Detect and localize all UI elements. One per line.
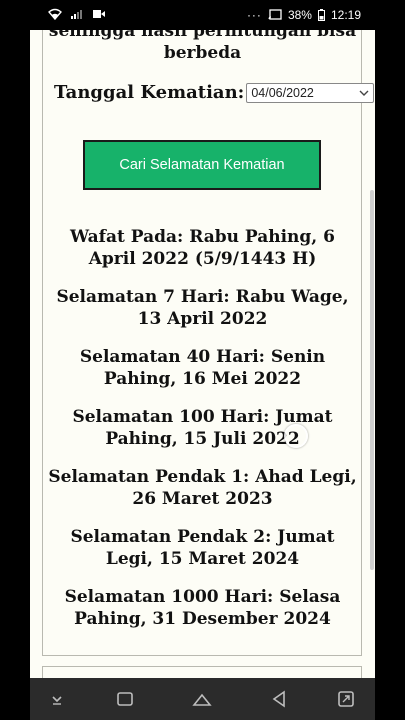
webview[interactable]: sehingga hasil perhitungan bisa berbeda …: [30, 30, 375, 678]
date-row: Tanggal Kematian: 04/06/2022: [54, 82, 375, 103]
date-field[interactable]: 04/06/2022: [246, 82, 375, 103]
battery-icon: [317, 9, 325, 21]
status-bar: ··· 38% 12:19: [0, 0, 405, 30]
wifi-icon: [48, 8, 62, 20]
navigation-bar: [30, 678, 375, 720]
next-card: [42, 666, 362, 678]
back-icon[interactable]: [268, 688, 290, 710]
search-selamatan-button[interactable]: Cari Selamatan Kematian: [83, 140, 321, 190]
touch-indicator: [284, 424, 308, 448]
cast-icon: [268, 9, 282, 20]
rotate-icon[interactable]: [335, 688, 357, 710]
battery-percent: 38%: [287, 8, 312, 22]
results-list: Wafat Pada: Rabu Pahing, 6 April 2022 (5…: [30, 226, 375, 646]
more-dots-icon: ···: [246, 8, 262, 22]
result-item: Selamatan 1000 Hari: Selasa Pahing, 31 D…: [64, 587, 341, 629]
result-item: Wafat Pada: Rabu Pahing, 6 April 2022 (5…: [70, 227, 335, 269]
result-item: Selamatan 100 Hari: Jumat Pahing, 15 Jul…: [72, 407, 333, 449]
result-item: Selamatan 40 Hari: Senin Pahing, 16 Mei …: [79, 347, 326, 389]
date-value: 04/06/2022: [251, 85, 314, 100]
result-item: Selamatan Pendak 2: Jumat Legi, 15 Maret…: [70, 527, 335, 569]
chevron-down-icon: [359, 90, 369, 96]
clock: 12:19: [330, 8, 361, 22]
video-recording-icon: [93, 10, 105, 18]
date-label: Tanggal Kematian:: [54, 82, 245, 103]
result-item: Selamatan 7 Hari: Rabu Wage, 13 April 20…: [56, 287, 349, 329]
keyboard-hide-icon[interactable]: [46, 688, 68, 710]
intro-text: sehingga hasil perhitungan bisa berbeda: [48, 30, 357, 63]
signal-icon: [71, 10, 82, 19]
home-icon[interactable]: [191, 688, 213, 710]
recents-icon[interactable]: [114, 688, 136, 710]
result-item: Selamatan Pendak 1: Ahad Legi, 26 Maret …: [48, 467, 357, 509]
